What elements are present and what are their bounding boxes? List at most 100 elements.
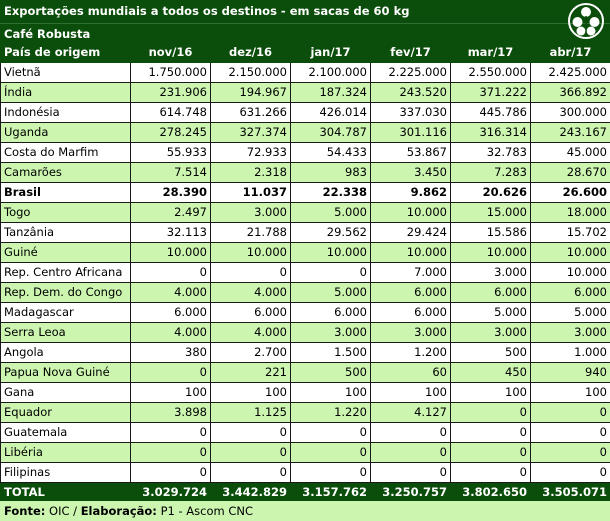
value-cell: 100 — [450, 382, 531, 403]
value-cell: 28.670 — [530, 162, 610, 183]
value-cell: 7.283 — [450, 162, 531, 183]
value-cell: 0 — [290, 422, 371, 443]
table-row: Filipinas 0 0 0 0 0 0 — [0, 462, 610, 483]
value-cell: 7.000 — [370, 262, 451, 283]
value-cell: 0 — [290, 442, 371, 463]
value-cell: 54.433 — [290, 142, 371, 163]
value-cell: 0 — [130, 422, 211, 443]
value-cell: 3.000 — [450, 262, 531, 283]
header-cell-month: jan/17 — [290, 42, 371, 63]
value-cell: 100 — [370, 382, 451, 403]
value-cell: 3.000 — [210, 202, 291, 223]
value-cell: 243.520 — [370, 82, 451, 103]
value-cell: 0 — [210, 262, 291, 283]
value-cell: 0 — [530, 422, 610, 443]
total-cell: 3.802.650 — [450, 482, 531, 503]
value-cell: 6.000 — [450, 282, 531, 303]
country-cell: Papua Nova Guiné — [0, 362, 131, 383]
value-cell: 380 — [130, 342, 211, 363]
value-cell: 3.450 — [370, 162, 451, 183]
value-cell: 2.497 — [130, 202, 211, 223]
value-cell: 22.338 — [290, 182, 371, 203]
country-cell: Madagascar — [0, 302, 131, 323]
value-cell: 4.127 — [370, 402, 451, 423]
value-cell: 940 — [530, 362, 610, 383]
value-cell: 2.150.000 — [210, 62, 291, 83]
coffee-export-sheet: Exportações mundiais a todos os destinos… — [0, 0, 610, 521]
table-row: Angola 380 2.700 1.500 1.200 500 1.000 — [0, 342, 610, 363]
country-cell: Rep. Centro Africana — [0, 262, 131, 283]
value-cell: 26.600 — [530, 182, 610, 203]
value-cell: 18.000 — [530, 202, 610, 223]
table-row: Gana 100 100 100 100 100 100 — [0, 382, 610, 403]
country-cell: Serra Leoa — [0, 322, 131, 343]
value-cell: 371.222 — [450, 82, 531, 103]
value-cell: 2.100.000 — [290, 62, 371, 83]
value-cell: 221 — [210, 362, 291, 383]
value-cell: 1.750.000 — [130, 62, 211, 83]
value-cell: 10.000 — [370, 202, 451, 223]
country-cell: Equador — [0, 402, 131, 423]
export-table: País de origem nov/16 dez/16 jan/17 fev/… — [0, 42, 610, 503]
value-cell: 6.000 — [130, 302, 211, 323]
value-cell: 2.700 — [210, 342, 291, 363]
value-cell: 327.374 — [210, 122, 291, 143]
table-row: Equador 3.898 1.125 1.220 4.127 0 0 — [0, 402, 610, 423]
country-cell: Uganda — [0, 122, 131, 143]
value-cell: 11.037 — [210, 182, 291, 203]
footer-source: OIC / — [49, 504, 81, 518]
table-row: Serra Leoa 4.000 4.000 3.000 3.000 3.000 3.000 — [0, 322, 610, 343]
value-cell: 3.000 — [450, 322, 531, 343]
value-cell: 29.562 — [290, 222, 371, 243]
value-cell: 243.167 — [530, 122, 610, 143]
value-cell: 32.783 — [450, 142, 531, 163]
value-cell: 3.898 — [130, 402, 211, 423]
coffee-council-logo-icon — [568, 3, 604, 39]
value-cell: 337.030 — [370, 102, 451, 123]
value-cell: 1.200 — [370, 342, 451, 363]
value-cell: 450 — [450, 362, 531, 383]
value-cell: 4.000 — [210, 322, 291, 343]
value-cell: 3.000 — [530, 322, 610, 343]
country-cell: Angola — [0, 342, 131, 363]
value-cell: 0 — [130, 362, 211, 383]
table-row: Togo 2.497 3.000 5.000 10.000 15.000 18.000 — [0, 202, 610, 223]
value-cell: 187.324 — [290, 82, 371, 103]
country-cell: Brasil — [0, 182, 131, 203]
value-cell: 0 — [210, 462, 291, 483]
value-cell: 0 — [290, 262, 371, 283]
total-cell: 3.505.071 — [530, 482, 610, 503]
country-cell: Togo — [0, 202, 131, 223]
value-cell: 2.318 — [210, 162, 291, 183]
value-cell: 4.000 — [130, 282, 211, 303]
table-row: Indonésia 614.748 631.266 426.014 337.030 445… — [0, 102, 610, 123]
value-cell: 21.788 — [210, 222, 291, 243]
value-cell: 15.702 — [530, 222, 610, 243]
country-cell: Guiné — [0, 242, 131, 263]
total-cell: 3.250.757 — [370, 482, 451, 503]
table-row: Camarões 7.514 2.318 983 3.450 7.283 28.670 — [0, 162, 610, 183]
value-cell: 983 — [290, 162, 371, 183]
value-cell: 500 — [450, 342, 531, 363]
header-row: País de origem nov/16 dez/16 jan/17 fev/… — [0, 42, 610, 63]
value-cell: 100 — [210, 382, 291, 403]
value-cell: 500 — [290, 362, 371, 383]
total-cell: 3.029.724 — [130, 482, 211, 503]
value-cell: 366.892 — [530, 82, 610, 103]
source-footer: Fonte: OIC / Elaboração: P1 - Ascom CNC — [0, 501, 610, 521]
table-row: Guiné 10.000 10.000 10.000 10.000 10.000 10.00… — [0, 242, 610, 263]
value-cell: 100 — [530, 382, 610, 403]
value-cell: 10.000 — [370, 242, 451, 263]
country-cell: Vietnã — [0, 62, 131, 83]
subtitle-bar: Café Robusta — [0, 23, 610, 43]
value-cell: 1.125 — [210, 402, 291, 423]
header-cell-month: mar/17 — [450, 42, 531, 63]
value-cell: 10.000 — [130, 242, 211, 263]
value-cell: 28.390 — [130, 182, 211, 203]
value-cell: 2.550.000 — [450, 62, 531, 83]
value-cell: 300.000 — [530, 102, 610, 123]
country-cell: Filipinas — [0, 462, 131, 483]
value-cell: 0 — [370, 422, 451, 443]
value-cell: 72.933 — [210, 142, 291, 163]
value-cell: 9.862 — [370, 182, 451, 203]
